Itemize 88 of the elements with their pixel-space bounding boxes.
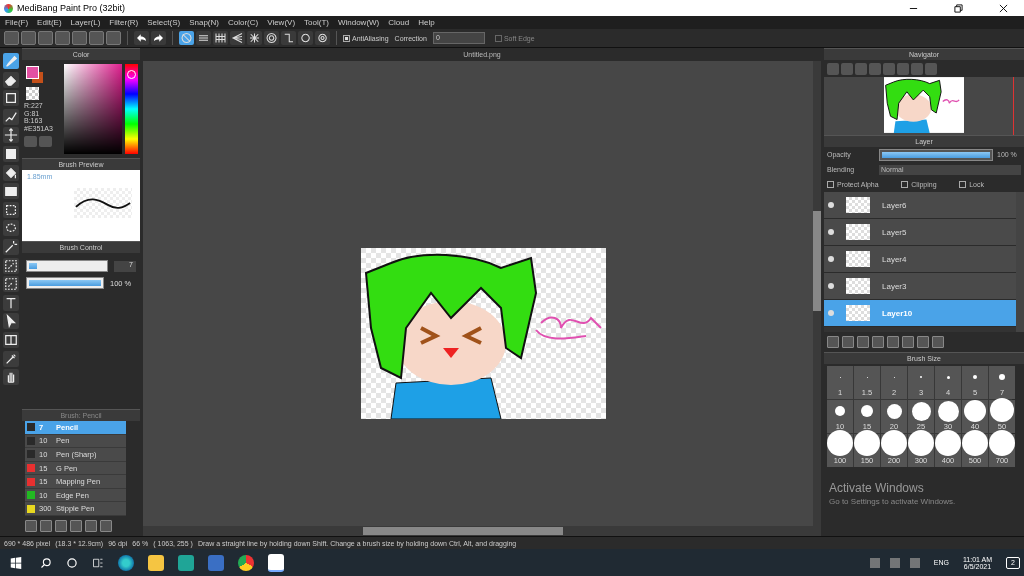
layer-thumbnail [846,224,870,240]
color-swatch-pair[interactable] [24,64,45,86]
layer-row[interactable]: Layer6 [824,192,1016,219]
lasso-tool-icon[interactable] [3,220,19,237]
snap-circle-icon[interactable] [298,31,313,45]
visibility-icon[interactable] [828,229,834,235]
layer-name: Layer6 [882,200,907,210]
bucket-tool-icon[interactable] [3,164,19,181]
layer-row[interactable]: Layer3 [824,273,1016,300]
snap-perspective-icon[interactable] [230,31,245,45]
hue-slider[interactable] [125,64,138,154]
move-tool-icon[interactable] [3,127,19,144]
restore-icon[interactable] [954,3,963,13]
dot-tool-icon[interactable] [3,90,19,107]
layer-name: Layer10 [882,308,913,318]
browser-icon[interactable] [118,554,134,571]
store-icon[interactable] [208,554,224,571]
window-title: MediBang Paint Pro (32bit) [17,3,126,13]
search-icon[interactable] [40,556,52,569]
snap-curve-icon[interactable] [281,31,296,45]
vertical-scrollbar[interactable] [813,211,821,311]
horizontal-scrollbar[interactable] [363,527,563,535]
select-tool-icon[interactable] [3,201,19,218]
snap-parallel-icon[interactable] [196,31,211,45]
layer-thumbnail [846,251,870,267]
gradient-tool-icon[interactable] [3,183,19,200]
layer-thumbnail [846,197,870,213]
option-checkbox[interactable] [827,181,834,188]
layer-thumbnail [846,305,870,321]
menu-item[interactable]: Window(W) [337,18,380,27]
eraser-tool-icon[interactable] [3,71,19,88]
layer-thumbnail [846,278,870,294]
task-view-icon[interactable] [92,556,104,569]
hand-tool-icon[interactable] [3,369,19,386]
layer-scrollbar[interactable] [1016,192,1024,332]
undo-icon[interactable] [134,31,149,45]
cortana-icon[interactable] [66,556,78,569]
view-frame-line [1012,77,1014,135]
option-checkbox[interactable] [959,181,967,188]
menu-item[interactable]: Layer(L) [70,18,101,27]
redo-icon[interactable] [151,31,166,45]
text-tool-icon[interactable] [3,294,19,311]
layer-row[interactable]: Layer4 [824,246,1016,273]
close-icon[interactable] [999,3,1008,13]
chrome-icon[interactable] [238,554,254,571]
eyedropper-tool-icon[interactable] [3,350,19,367]
saturation-value-picker[interactable] [63,64,123,154]
menu-item[interactable]: Color(C) [227,18,259,27]
fill-tool-icon[interactable] [3,145,19,162]
transparent-swatch[interactable] [26,87,39,100]
activation-title: Activate Windows [829,481,925,495]
antialiasing-checkbox[interactable] [343,34,350,42]
visibility-icon[interactable] [828,256,834,262]
layer-name: Layer4 [882,254,907,264]
windows-start-icon[interactable] [10,556,22,569]
operation-tool-icon[interactable] [3,313,19,330]
brush-stroke-drawing [74,188,132,218]
menu-item[interactable]: Tool(T) [304,18,329,27]
layer-name: Layer5 [882,227,907,237]
snap-grid-icon[interactable] [213,31,228,45]
selerase-tool-icon[interactable] [3,276,19,293]
brush-size-slider[interactable] [26,260,108,272]
menu-item[interactable]: Filter(R) [109,18,139,27]
menu-item[interactable]: Select(S) [147,18,181,27]
menu-item[interactable]: Cloud [388,18,410,27]
snap-concentric-icon[interactable] [264,31,279,45]
menu-item[interactable]: View(V) [267,18,296,27]
activation-text: Go to Settings to activate Windows. [829,497,957,506]
divide-tool-icon[interactable] [3,331,19,348]
layer-name: Layer3 [882,281,907,291]
menu-item[interactable]: Help [418,18,435,27]
wand-tool-icon[interactable] [3,238,19,255]
selpen-tool-icon[interactable] [3,257,19,274]
snap-radial-icon[interactable] [247,31,262,45]
app-icon[interactable] [178,554,194,571]
visibility-icon[interactable] [828,202,834,208]
layer-row[interactable]: Layer5 [824,219,1016,246]
paint-app-icon[interactable] [268,553,284,572]
menu-item[interactable]: File(F) [5,18,29,27]
snap-settings-icon[interactable] [315,31,330,45]
soft-edge-checkbox[interactable] [494,34,502,42]
option-checkbox[interactable] [901,181,909,188]
menu-item[interactable]: Edit(E) [37,18,62,27]
menu-item[interactable]: Snap(N) [189,18,219,27]
zigzag-tool-icon[interactable] [3,108,19,125]
tray-icons[interactable] [869,557,920,568]
visibility-icon[interactable] [828,283,834,289]
app-logo-icon [4,3,13,13]
